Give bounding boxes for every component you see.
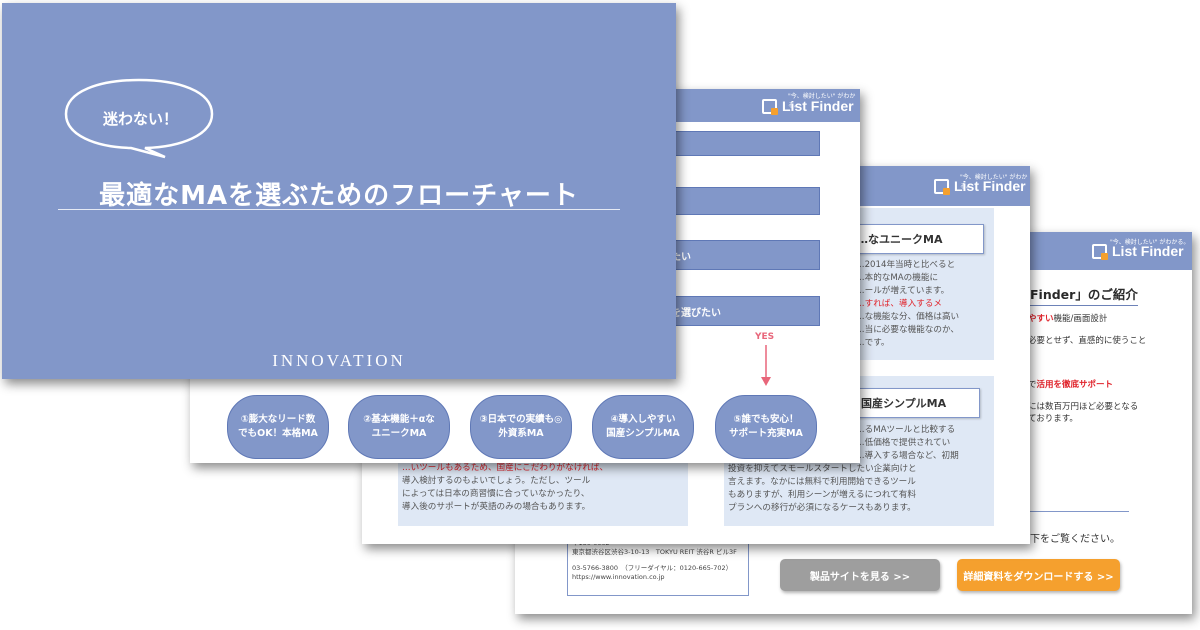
unique-ma-text: …2014年当時と比べると …本的なMAの機能に …ールが増えています。 …すれ… [856, 260, 960, 348]
slide-cover: 迷わない！ 最適なMAを選ぶためのフローチャート INNOVATION [2, 3, 676, 379]
option-1-full-ma[interactable]: ①膨大なリード数 でもOK！本格MA [227, 395, 329, 459]
address-url: https://www.innovation.co.jp [572, 573, 665, 581]
logo-text: List Finder [954, 178, 1026, 194]
simple-ma-title: 国産シンプルMA [852, 388, 980, 418]
list-finder-logo: List Finder [1092, 243, 1184, 260]
option-2-unique-ma[interactable]: ②基本機能＋αな ユニークMA [348, 395, 450, 459]
intro-line-4: には数百万円ほど必要となる [1028, 402, 1139, 412]
yes-arrow [761, 345, 771, 386]
title-underline [58, 209, 620, 210]
logo-text: List Finder [782, 98, 854, 114]
product-site-button[interactable]: 製品サイトを見る >> [780, 559, 940, 591]
list-finder-logo: List Finder [934, 178, 1026, 195]
option-5-support-ma[interactable]: ⑤誰でも安心！ サポート充実MA [715, 395, 817, 459]
unique-ma-title: …なユニークMA [848, 224, 984, 254]
cta-text: 以下をご覧ください。 [1020, 534, 1120, 545]
logo-icon [1092, 243, 1108, 260]
cover-title: 最適なMAを選ぶためのフローチャート [99, 181, 579, 211]
divider [1019, 511, 1129, 512]
intro-line-5: ております。 [1028, 414, 1078, 424]
logo-icon [934, 178, 950, 195]
foreign-ma-text: …いツールもあるため、国産にこだわりがなければ、 導入検討するのもよいでしょう。… [402, 463, 609, 512]
bubble-text: 迷わない！ [102, 110, 178, 128]
option-4-simple-ma[interactable]: ④導入しやすい 国産シンプルMA [592, 395, 694, 459]
yes-label: YES [755, 332, 775, 342]
logo-icon [762, 98, 778, 115]
intro-line-2: 必要とせず、直感的に使うこと [1028, 336, 1147, 346]
list-finder-logo: List Finder [762, 98, 854, 115]
download-materials-button[interactable]: 詳細資料をダウンロードする >> [957, 559, 1120, 591]
company-logo-text: INNOVATION [272, 351, 406, 370]
intro-title: Finder」のご紹介 [1030, 284, 1138, 306]
intro-line-3: で活用を徹底サポート [1028, 380, 1114, 390]
address-street: 東京都渋谷区渋谷3-10-13 TOKYU REIT 渋谷R ビル3F [572, 548, 737, 556]
option-3-foreign-ma[interactable]: ③日本での実績も◎ 外資系MA [470, 395, 572, 459]
intro-line-1: やすい機能/画面設計 [1028, 314, 1108, 324]
address-phone: 03-5766-3800 （フリーダイヤル：0120-665-702） [572, 564, 733, 572]
logo-text: List Finder [1112, 243, 1184, 259]
